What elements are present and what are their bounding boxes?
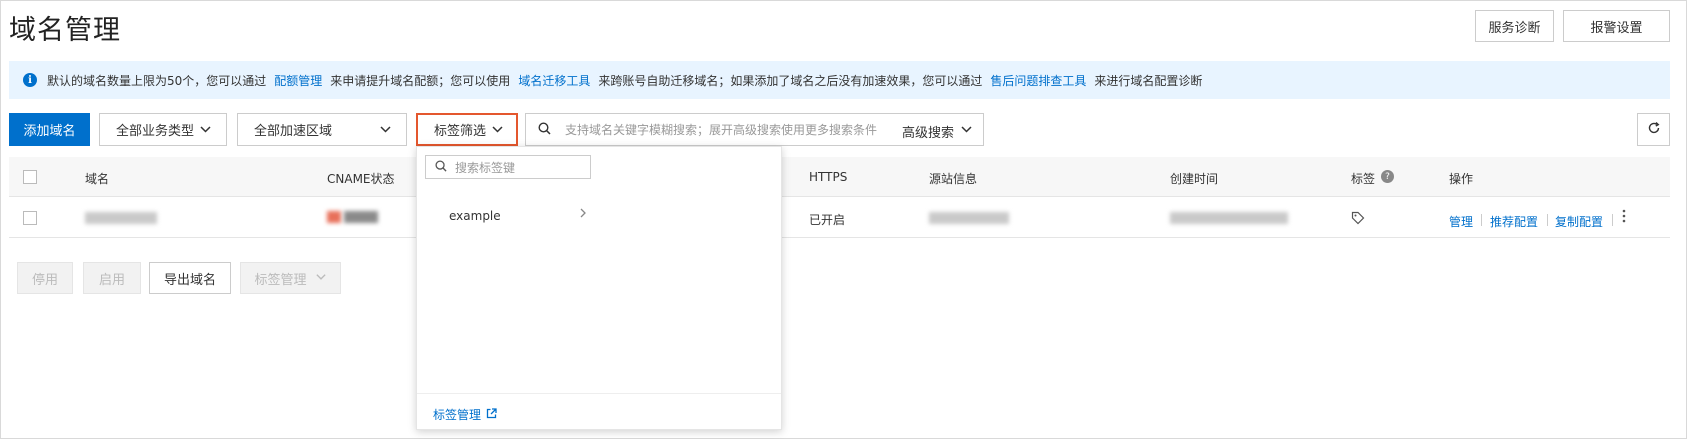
header-https: HTTPS <box>809 170 848 184</box>
table-header: 域名 CNAME状态 HTTPS 源站信息 创建时间 标签 ? 操作 <box>9 157 1670 197</box>
https-status: 已开启 <box>809 213 846 227</box>
tag-key-search-placeholder: 搜索标签键 <box>455 160 516 175</box>
origin-info-redacted <box>929 212 1009 224</box>
help-icon[interactable]: ? <box>1381 170 1394 183</box>
notice-text-1: 默认的域名数量上限为50个，您可以通过 <box>47 73 267 88</box>
divider <box>1481 214 1482 226</box>
external-link-icon <box>486 407 497 422</box>
alarm-settings-button[interactable]: 报警设置 <box>1563 10 1670 42</box>
quota-management-link[interactable]: 配额管理 <box>274 72 322 89</box>
cname-status-redacted <box>344 211 378 223</box>
search-icon <box>538 121 551 138</box>
header-domain: 域名 <box>85 172 110 186</box>
notice-text-4: 来进行域名配置诊断 <box>1094 73 1203 88</box>
domain-name-redacted[interactable] <box>85 212 157 224</box>
tag-management-label: 标签管理 <box>433 408 482 422</box>
header-created: 创建时间 <box>1170 172 1219 186</box>
cname-status-indicator <box>327 211 341 223</box>
domain-search-box[interactable]: 支持域名关键字模糊搜索；展开高级搜索使用更多搜索条件 高级搜索 <box>525 113 984 146</box>
tag-filter-dropdown: 搜索标签键 example 标签管理 <box>416 146 782 430</box>
refresh-icon <box>1647 121 1661 138</box>
chevron-right-icon[interactable] <box>579 207 587 223</box>
tag-filter-label: 标签筛选 <box>434 124 487 139</box>
table-row: 已开启 管理 推荐配置 复制配置 <box>9 197 1670 238</box>
divider <box>1547 214 1548 226</box>
enable-button[interactable]: 启用 <box>83 262 141 294</box>
notice-text-2: 来申请提升域名配额；您可以使用 <box>330 73 511 88</box>
tag-icon[interactable] <box>1351 211 1365 228</box>
created-time-redacted <box>1170 212 1288 224</box>
disable-button[interactable]: 停用 <box>17 262 73 294</box>
service-diagnose-button[interactable]: 服务诊断 <box>1475 10 1554 42</box>
refresh-button[interactable] <box>1637 113 1670 146</box>
select-all-checkbox[interactable] <box>23 170 37 184</box>
tag-manage-label: 标签管理 <box>254 271 307 287</box>
dropdown-footer: 标签管理 <box>417 393 781 430</box>
advanced-search-toggle[interactable]: 高级搜索 <box>902 122 973 141</box>
chevron-down-icon <box>491 123 504 136</box>
recommend-config-link[interactable]: 推荐配置 <box>1490 213 1538 230</box>
region-value: 全部加速区域 <box>254 124 333 139</box>
manage-link[interactable]: 管理 <box>1449 213 1473 230</box>
tag-key-search-input[interactable]: 搜索标签键 <box>425 155 591 179</box>
chevron-down-icon <box>315 271 327 286</box>
divider <box>1612 214 1613 226</box>
chevron-down-icon <box>960 123 973 140</box>
notice-text-3: 来跨账号自助迁移域名；如果添加了域名之后没有加速效果，您可以通过 <box>598 73 983 88</box>
tag-manage-button[interactable]: 标签管理 <box>240 262 341 294</box>
header-cname: CNAME状态 <box>327 172 395 186</box>
tag-management-link[interactable]: 标签管理 <box>433 406 497 423</box>
export-domain-button[interactable]: 导出域名 <box>149 262 231 294</box>
search-icon <box>435 159 447 175</box>
business-type-select[interactable]: 全部业务类型 <box>99 113 227 146</box>
chevron-down-icon <box>199 123 212 136</box>
chevron-down-icon <box>379 123 392 136</box>
tag-key-item[interactable]: example <box>449 209 501 223</box>
troubleshooting-tool-link[interactable]: 售后问题排查工具 <box>990 72 1086 89</box>
more-icon[interactable] <box>1622 209 1626 226</box>
copy-config-link[interactable]: 复制配置 <box>1555 213 1603 230</box>
header-actions: 操作 <box>1449 172 1474 186</box>
header-tag: 标签 <box>1351 172 1376 186</box>
business-type-value: 全部业务类型 <box>116 124 195 139</box>
search-placeholder: 支持域名关键字模糊搜索；展开高级搜索使用更多搜索条件 <box>565 123 878 137</box>
domain-migration-tool-link[interactable]: 域名迁移工具 <box>518 72 590 89</box>
header-origin: 源站信息 <box>929 172 978 186</box>
region-select[interactable]: 全部加速区域 <box>237 113 407 146</box>
tag-filter-select[interactable]: 标签筛选 <box>416 113 518 146</box>
add-domain-button[interactable]: 添加域名 <box>9 113 90 146</box>
page-title: 域名管理 <box>9 15 121 46</box>
info-icon: i <box>23 73 37 87</box>
row-checkbox[interactable] <box>23 211 37 225</box>
info-notice: i 默认的域名数量上限为50个，您可以通过 配额管理 来申请提升域名配额；您可以… <box>9 61 1670 99</box>
advanced-search-label: 高级搜索 <box>901 126 954 141</box>
